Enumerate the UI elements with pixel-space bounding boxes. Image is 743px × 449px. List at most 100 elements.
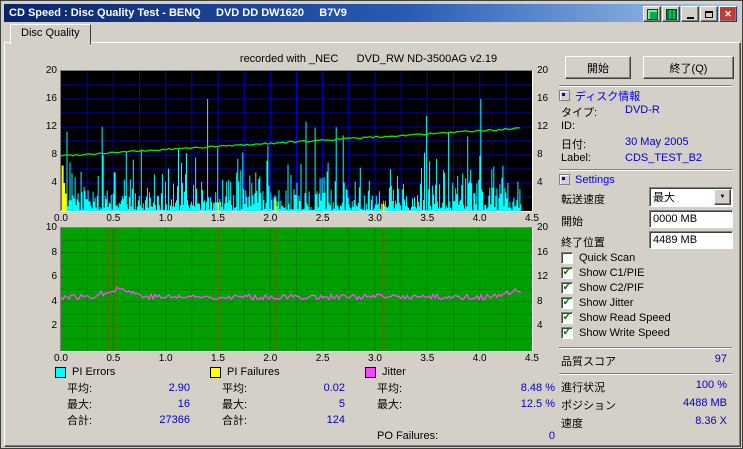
tab-label: Disc Quality — [21, 27, 80, 39]
checkbox-label: Show C2/PIF — [579, 281, 644, 294]
position-label: ポジション — [561, 400, 616, 412]
avg-value: 2.90 — [168, 382, 190, 394]
start-position-label: 開始 — [561, 216, 583, 228]
avg-value: 0.02 — [323, 382, 345, 394]
total-value: 27366 — [159, 414, 190, 426]
legend-title: PI Errors — [72, 366, 116, 378]
app-window: CD Speed : Disc Quality Test - BENQ DVD … — [0, 0, 743, 449]
legend-header: PI Errors — [55, 365, 190, 379]
section-bullet-icon — [559, 174, 570, 185]
checkbox-label: Show C1/PIE — [579, 266, 645, 279]
disc-label-label: Label: — [561, 152, 591, 164]
close-icon: ✕ — [724, 8, 732, 19]
close-button[interactable]: ✕ — [719, 6, 737, 22]
max-label: 最大: — [222, 399, 248, 411]
quality-score-label: 品質スコア — [561, 356, 616, 368]
disc-date-row: 日付: 30 May 2005 — [561, 136, 732, 151]
po-failures-row: PO Failures: 0 — [365, 429, 555, 443]
progress-label: 進行状況 — [561, 382, 605, 394]
check-icon: ✓ — [562, 310, 572, 323]
section-bullet-icon — [559, 90, 570, 101]
checkbox-quick-scan[interactable]: ✓ Quick Scan — [561, 251, 635, 264]
jitter-swatch — [365, 366, 376, 378]
titlebar-buttons: ✕ — [643, 6, 737, 22]
exit-button-label: 終了(Q) — [669, 62, 708, 75]
pi-errors-swatch — [55, 366, 66, 378]
legend-pi-errors: PI Errors 平均: 2.90 最大: 16 合計: 27366 — [55, 365, 190, 427]
separator — [559, 373, 732, 375]
checkbox-show-read-speed[interactable]: ✓ Show Read Speed — [561, 311, 671, 324]
disc-date-label: 日付: — [561, 139, 587, 151]
jitter-chart — [60, 227, 533, 352]
po-failures-label: PO Failures: — [377, 430, 439, 442]
checkbox-box[interactable]: ✓ — [561, 280, 573, 294]
exit-button[interactable]: 終了(Q) — [643, 56, 734, 79]
disc-type-row: タイプ: DVD-R — [561, 104, 732, 119]
speed-value: 8.36 X — [695, 415, 727, 427]
checkbox-box[interactable]: ✓ — [561, 251, 573, 264]
end-position-field[interactable] — [649, 231, 733, 249]
disc-info-header-label: ディスク情報 — [575, 90, 641, 103]
maximize-button[interactable] — [700, 6, 718, 22]
minimize-button[interactable] — [681, 6, 699, 22]
checkbox-show-write-speed[interactable]: ✓ Show Write Speed — [561, 326, 670, 339]
total-label: 合計: — [67, 415, 93, 427]
checkbox-box[interactable]: ✓ — [561, 326, 573, 339]
disc-type-label: タイプ: — [561, 107, 598, 119]
settings-header: Settings — [559, 173, 615, 186]
checkbox-box[interactable]: ✓ — [561, 295, 573, 309]
avg-value: 8.48 % — [520, 382, 555, 394]
checkbox-show-c1-pie[interactable]: ✓ Show C1/PIE — [561, 266, 644, 279]
checkbox-label: Show Read Speed — [579, 311, 671, 324]
disc-date-value: 30 May 2005 — [625, 136, 689, 148]
disc-id-row: ID: — [561, 120, 732, 134]
avg-label: 平均: — [222, 383, 248, 395]
chevron-down-icon[interactable]: ▼ — [714, 189, 731, 205]
speed-label: 速度 — [561, 418, 583, 430]
quality-score-value: 97 — [714, 353, 727, 365]
titlebar: CD Speed : Disc Quality Test - BENQ DVD … — [4, 4, 739, 22]
separator — [559, 169, 732, 171]
end-position-label: 終了位置 — [561, 237, 605, 249]
start-button[interactable]: 開始 — [565, 56, 631, 79]
checkbox-box[interactable]: ✓ — [561, 310, 573, 324]
pi-errors-chart — [60, 70, 533, 212]
legend-row: 合計: 27366 — [55, 413, 190, 427]
position-row: ポジション 4488 MB — [561, 397, 727, 412]
separator — [559, 347, 732, 349]
checkbox-label: Show Jitter — [579, 296, 634, 309]
transfer-speed-select[interactable]: 最大 ▼ — [649, 187, 733, 207]
settings-header-label: Settings — [575, 173, 615, 186]
legend-row: 平均: 0.02 — [210, 381, 345, 395]
max-label: 最大: — [67, 399, 93, 411]
check-icon: ✓ — [562, 280, 572, 293]
start-position-field[interactable] — [649, 210, 733, 228]
checkbox-show-jitter[interactable]: ✓ Show Jitter — [561, 296, 633, 309]
app-icon-button-2[interactable] — [662, 6, 680, 22]
disc-id-label: ID: — [561, 120, 576, 132]
tab-disc-quality[interactable]: Disc Quality — [10, 24, 91, 45]
legend-pi-failures: PI Failures 平均: 0.02 最大: 5 合計: 124 — [210, 365, 345, 427]
total-value: 124 — [326, 414, 345, 426]
transfer-speed-label: 転送速度 — [561, 194, 605, 206]
green-square-icon — [646, 8, 658, 20]
legend-header: Jitter — [365, 365, 555, 379]
checkbox-label: Quick Scan — [579, 251, 636, 264]
disc-label-value: CDS_TEST_B2 — [625, 152, 703, 164]
pi-failures-swatch — [210, 366, 221, 378]
checkbox-label: Show Write Speed — [579, 326, 670, 339]
legend-row: 最大: 12.5 % — [365, 397, 555, 411]
checkbox-box[interactable]: ✓ — [561, 266, 573, 279]
legend-row: 最大: 16 — [55, 397, 190, 411]
total-label: 合計: — [222, 415, 248, 427]
legend-row: 平均: 8.48 % — [365, 381, 555, 395]
speed-row: 速度 8.36 X — [561, 415, 727, 430]
app-icon-button-1[interactable] — [643, 6, 661, 22]
progress-value: 100 % — [695, 379, 727, 391]
quality-score-row: 品質スコア 97 — [561, 353, 727, 368]
max-value: 16 — [177, 398, 190, 410]
check-icon: ✓ — [562, 295, 572, 308]
checkbox-show-c2-pif[interactable]: ✓ Show C2/PIF — [561, 281, 644, 294]
legend-header: PI Failures — [210, 365, 345, 379]
legend-title: Jitter — [382, 366, 406, 378]
